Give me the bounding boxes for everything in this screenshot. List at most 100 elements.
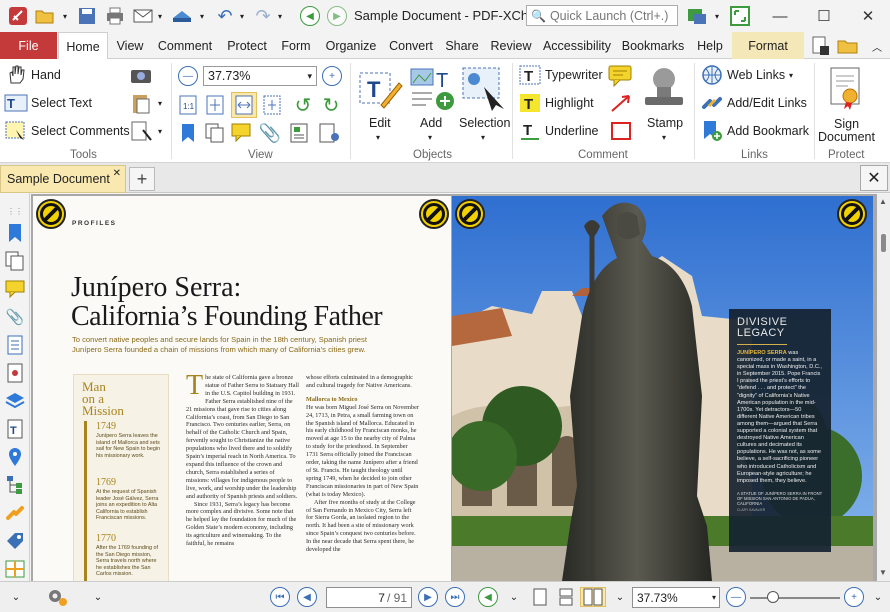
- settings-page-icon[interactable]: [318, 122, 342, 144]
- paste-icon[interactable]: [129, 92, 153, 114]
- collapse-ribbon-icon[interactable]: ︿: [868, 35, 886, 57]
- previous-page-button[interactable]: ◀: [297, 587, 317, 607]
- add-edit-links-label[interactable]: Add/Edit Links: [727, 96, 807, 110]
- typewriter-label[interactable]: Typewriter: [545, 68, 603, 82]
- scrollbar-thumb[interactable]: [881, 234, 886, 252]
- close-tab-icon[interactable]: ✕: [113, 168, 121, 179]
- rotate-left-icon[interactable]: ↺: [292, 94, 314, 117]
- comments-list-icon[interactable]: [231, 122, 253, 144]
- hand-tool-label[interactable]: Hand: [31, 68, 61, 82]
- underline-label[interactable]: Underline: [545, 124, 599, 138]
- attachments-pane-icon[interactable]: 📎: [5, 307, 25, 327]
- pages-icon[interactable]: [204, 122, 226, 144]
- chevron-down-icon[interactable]: ▾: [786, 68, 796, 82]
- customize-ui-icon[interactable]: [684, 5, 710, 27]
- document-tab[interactable]: Sample Document ✕: [0, 165, 126, 193]
- tag-pane-icon[interactable]: [5, 531, 25, 551]
- zoom-level-select[interactable]: 37.73% ▾: [203, 66, 317, 86]
- zoom-in-button[interactable]: +: [322, 66, 342, 86]
- tab-bookmarks[interactable]: Bookmarks: [617, 32, 689, 59]
- selection-icon[interactable]: [459, 64, 507, 112]
- content-pane-icon[interactable]: [5, 335, 25, 355]
- tab-accessibility[interactable]: Accessibility: [539, 32, 615, 59]
- edit-button-label[interactable]: Edit: [369, 116, 391, 130]
- open-folder-icon[interactable]: [34, 5, 56, 27]
- tab-organize[interactable]: Organize: [320, 32, 382, 59]
- redo-icon[interactable]: ↷: [252, 5, 274, 27]
- zoom-slider-thumb[interactable]: [767, 591, 779, 603]
- rotate-right-icon[interactable]: ↻: [320, 94, 342, 117]
- tab-share[interactable]: Share: [441, 32, 483, 59]
- zoom-out-button[interactable]: —: [178, 66, 198, 86]
- previous-view-button[interactable]: ◀: [478, 587, 498, 607]
- chevron-down-icon[interactable]: ▾: [155, 96, 165, 110]
- tab-protect[interactable]: Protect: [221, 32, 273, 59]
- zoom-slider-track[interactable]: [750, 597, 840, 599]
- forward-icon[interactable]: ▶: [326, 5, 348, 27]
- add-object-icon[interactable]: T: [408, 64, 456, 112]
- grid-pane-icon[interactable]: [5, 559, 25, 579]
- chevron-down-icon[interactable]: ▾: [236, 5, 248, 27]
- settings-gear-icon[interactable]: [44, 587, 70, 607]
- chevron-down-icon[interactable]: ▾: [274, 5, 286, 27]
- select-text-label[interactable]: Select Text: [31, 96, 92, 110]
- chevron-down-icon[interactable]: ▾: [154, 5, 166, 27]
- snapshot-icon[interactable]: [129, 64, 153, 86]
- chevron-down-icon[interactable]: ▾: [373, 131, 383, 143]
- layers-pane-icon[interactable]: [5, 391, 25, 411]
- chevron-down-icon[interactable]: ▾: [58, 5, 72, 27]
- structure-pane-icon[interactable]: [5, 475, 25, 495]
- last-page-button[interactable]: ⏭: [445, 587, 465, 607]
- first-page-button[interactable]: ⏮: [270, 587, 290, 607]
- zoom-out-button[interactable]: —: [726, 587, 746, 607]
- bookmark-icon[interactable]: [177, 122, 199, 144]
- tab-format[interactable]: Format: [732, 32, 804, 59]
- bookmarks-pane-icon[interactable]: [5, 223, 25, 243]
- tab-convert[interactable]: Convert: [384, 32, 438, 59]
- chevron-down-icon[interactable]: ⌄: [610, 587, 630, 607]
- vertical-scrollbar[interactable]: ▲ ▼: [877, 194, 890, 581]
- tab-view[interactable]: View: [110, 32, 150, 59]
- print-icon[interactable]: [104, 5, 126, 27]
- tab-review[interactable]: Review: [486, 32, 536, 59]
- chevron-down-icon[interactable]: ⌄: [88, 587, 108, 607]
- sign-label-line2[interactable]: Document: [818, 130, 875, 144]
- quick-launch-input[interactable]: 🔍 Quick Launch (Ctrl+.): [526, 5, 678, 26]
- add-button-label[interactable]: Add: [420, 116, 442, 130]
- scroll-down-icon[interactable]: ▼: [879, 568, 887, 577]
- chevron-down-icon[interactable]: ⌄: [504, 587, 524, 607]
- folder-icon[interactable]: [836, 35, 860, 57]
- edit-object-icon[interactable]: T: [355, 64, 405, 112]
- chevron-down-icon[interactable]: ▾: [711, 5, 723, 27]
- sign-label-line1[interactable]: Sign: [834, 117, 859, 131]
- location-pane-icon[interactable]: [5, 447, 25, 467]
- document-properties-icon[interactable]: [808, 35, 832, 57]
- scan-icon[interactable]: [170, 5, 194, 27]
- tab-file[interactable]: File: [0, 32, 57, 59]
- chevron-down-icon[interactable]: ▾: [155, 124, 165, 138]
- chevron-down-icon[interactable]: ▾: [478, 131, 488, 143]
- tab-comment[interactable]: Comment: [152, 32, 218, 59]
- stamp-button-label[interactable]: Stamp: [647, 116, 683, 130]
- minimize-button[interactable]: —: [758, 0, 802, 32]
- maximize-button[interactable]: ☐: [802, 0, 846, 32]
- arrow-tool-icon[interactable]: [609, 92, 633, 114]
- page-number-field[interactable]: 7/ 91: [326, 587, 412, 608]
- chevron-down-icon[interactable]: ▾: [196, 5, 208, 27]
- fit-width-icon[interactable]: [231, 92, 257, 118]
- select-comments-label[interactable]: Select Comments: [31, 124, 130, 138]
- sign-document-icon[interactable]: [826, 64, 866, 112]
- facing-pages-icon[interactable]: [580, 587, 606, 607]
- links-pane-icon[interactable]: [5, 503, 25, 523]
- close-window-button[interactable]: ✕: [846, 0, 890, 32]
- highlight-label[interactable]: Highlight: [545, 96, 594, 110]
- fullscreen-icon[interactable]: [728, 5, 752, 27]
- next-page-button[interactable]: ▶: [418, 587, 438, 607]
- properties-pane-icon[interactable]: [5, 363, 25, 383]
- content-icon[interactable]: [288, 122, 310, 144]
- attachment-icon[interactable]: 📎: [259, 122, 281, 144]
- document-view[interactable]: PROFILES Junípero Serra: California’s Fo…: [31, 194, 877, 581]
- close-document-button[interactable]: ✕: [860, 165, 888, 191]
- new-tab-button[interactable]: +: [129, 167, 155, 191]
- chevron-down-icon[interactable]: ⌄: [868, 587, 888, 607]
